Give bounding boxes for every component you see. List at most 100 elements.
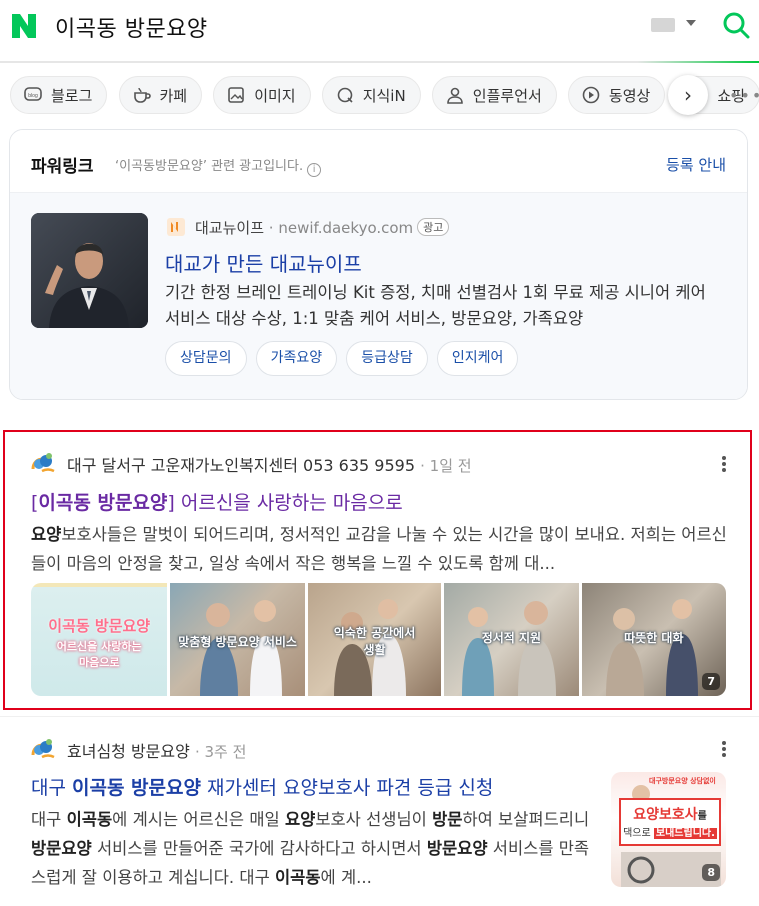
- result-image[interactable]: 정서적 지원: [444, 583, 579, 696]
- powerlink-header: 파워링크 ‘이곡동방문요양’ 관련 광고입니다. i 등록 안내: [10, 130, 747, 193]
- knowledge-q-icon: [337, 87, 353, 103]
- image-caption: 맞춤형 방문요양 서비스: [178, 635, 297, 649]
- svg-text:blog: blog: [28, 93, 38, 99]
- image-caption: 따뜻한 대화: [624, 631, 684, 645]
- title-part: 재가센터 요양보호사 파견 등급 신청: [200, 777, 494, 799]
- cafe-cup-icon: [133, 87, 151, 103]
- tab-video[interactable]: 동영상: [567, 76, 666, 114]
- title-keyword: 이곡동 방문요양: [72, 777, 201, 799]
- search-header: 이곡동 방문요양: [0, 0, 759, 52]
- header-divider: [0, 61, 759, 63]
- tab-cafe[interactable]: 카페: [118, 76, 203, 114]
- result-image[interactable]: 따뜻한 대화 7: [581, 583, 726, 696]
- title-rest: 어르신을 사랑하는 마음으로: [174, 492, 403, 514]
- desc-text: 보호사들은 말벗이 되어드리며, 정서적인 교감을 나눌 수 있는 시간을 많이…: [31, 525, 727, 573]
- title-bracket: ]: [167, 492, 175, 514]
- image-caption: 정서적 지원: [481, 631, 542, 645]
- result-description: 대구 이곡동에 계시는 어르신은 매일 요양보호사 선생님이 방문하여 보살펴드…: [31, 805, 591, 892]
- chip-cognitive-care[interactable]: 인지케어: [436, 341, 519, 376]
- result-image[interactable]: 이곡동 방문요양 어르신을 사랑하는 마음으로: [31, 583, 168, 696]
- chip-family-care[interactable]: 가족요양: [255, 341, 338, 376]
- desc-keyword: 이곡동: [275, 868, 321, 887]
- result-image[interactable]: 맞춤형 방문요양 서비스: [170, 583, 305, 696]
- more-dots-icon[interactable]: •••: [729, 86, 759, 105]
- image-icon: [228, 87, 245, 103]
- source-name[interactable]: 효녀심청 방문요양: [67, 742, 190, 761]
- post-time: 3주 전: [204, 743, 247, 761]
- powerlink-subtitle: ‘이곡동방문요양’ 관련 광고입니다. i: [115, 155, 322, 177]
- desc-keyword: 이곡동: [66, 810, 113, 829]
- desc-keyword: 요양: [31, 525, 62, 544]
- desc-text: 하여 보살펴드리니: [462, 810, 590, 829]
- tab-kin[interactable]: 지식iN: [321, 76, 421, 114]
- image-caption: 이곡동 방문요양: [48, 617, 151, 635]
- tab-label: 인플루언서: [472, 86, 542, 105]
- image-caption: 어르신을 사랑하는 마음으로: [56, 640, 142, 669]
- image-count-badge: 7: [702, 673, 720, 690]
- desc-keyword: 방문: [432, 810, 463, 829]
- desc-text: 에 계시는 어르신은 매일: [112, 810, 285, 829]
- desc-text: 대구: [31, 810, 67, 829]
- result-source: 효녀심청 방문요양 · 3주 전: [67, 742, 247, 761]
- result-source: 대구 달서구 고운재가노인복지센터 053 635 9595 · 1일 전: [67, 456, 472, 475]
- ad-title-link[interactable]: 대교가 만든 대교뉴이프: [165, 248, 362, 277]
- search-tabs: blog 블로그 카페 이미지 지식iN 인플루언서 동영상 쇼핑: [10, 76, 759, 114]
- daekyo-favicon-icon: [167, 218, 185, 236]
- source-name[interactable]: 대구 달서구 고운재가노인복지센터 053 635 9595: [67, 456, 415, 475]
- thumb-text: 댁으로: [623, 828, 651, 839]
- ad-item: 대교뉴이프 · newif.daekyo.com 광고 대교가 만든 대교뉴이프 …: [10, 193, 747, 399]
- register-ad-link[interactable]: 등록 안내: [666, 154, 726, 175]
- ad-site-info: 대교뉴이프 · newif.daekyo.com 광고: [195, 217, 450, 238]
- result-image[interactable]: 익숙한 공간에서 생활: [307, 583, 442, 696]
- chip-grade-consult[interactable]: 등급상담: [346, 341, 428, 376]
- desc-text: 서비스를 만들어준 국가에 감사하다고 하시면서: [91, 839, 427, 858]
- blog-profile-icon[interactable]: [30, 451, 56, 475]
- powerlink-title: 파워링크: [31, 157, 94, 177]
- more-options-icon[interactable]: [722, 741, 726, 757]
- result-thumbnail[interactable]: 대구방문요양 상담없이 요양보호사를 댁으로 보내드립니다. 8: [611, 772, 726, 887]
- blog-icon: blog: [24, 87, 42, 101]
- result-divider: [0, 716, 759, 717]
- result-image-strip: 이곡동 방문요양 어르신을 사랑하는 마음으로 맞춤형 방문요양 서비스 익숙한…: [31, 583, 726, 696]
- search-icon[interactable]: [722, 11, 750, 39]
- tab-influencer[interactable]: 인플루언서: [431, 76, 557, 114]
- ad-badge: 광고: [417, 218, 450, 236]
- person-icon: [446, 87, 463, 104]
- image-count-badge: 8: [702, 864, 720, 881]
- result-description: 요양보호사들은 말벗이 되어드리며, 정서적인 교감을 나눌 수 있는 시간을 …: [31, 520, 731, 578]
- chevron-down-icon[interactable]: [686, 20, 696, 26]
- thumb-text: 보내드립니다.: [653, 828, 717, 839]
- powerlink-section: 파워링크 ‘이곡동방문요양’ 관련 광고입니다. i 등록 안내 대교뉴이프 · …: [9, 129, 748, 400]
- tab-image[interactable]: 이미지: [213, 76, 311, 114]
- desc-keyword: 방문요양: [426, 839, 488, 858]
- result-title-link[interactable]: 대구 이곡동 방문요양 재가센터 요양보호사 파견 등급 신청: [31, 773, 493, 800]
- tab-label: 블로그: [51, 86, 93, 105]
- ad-extension-chips: 상담문의 가족요양 등급상담 인지케어: [165, 341, 522, 376]
- ad-url[interactable]: newif.daekyo.com: [278, 219, 413, 237]
- ad-site-name[interactable]: 대교뉴이프: [195, 219, 264, 237]
- info-icon[interactable]: i: [307, 163, 322, 177]
- result-title-link[interactable]: [이곡동 방문요양] 어르신을 사랑하는 마음으로: [31, 488, 403, 515]
- thumb-text: 를: [697, 811, 707, 822]
- more-options-icon[interactable]: [722, 456, 726, 472]
- keyboard-icon[interactable]: [651, 18, 675, 32]
- tab-label: 동영상: [608, 86, 651, 105]
- chip-consult[interactable]: 상담문의: [165, 341, 247, 376]
- thumb-text: 대구방문요양 상담없이: [649, 777, 716, 785]
- thumb-text: 요양보호사: [633, 807, 698, 823]
- tab-label: 이미지: [254, 86, 296, 105]
- search-query-input[interactable]: 이곡동 방문요양: [55, 11, 208, 43]
- play-icon: [582, 86, 600, 104]
- ad-description: 기간 한정 브레인 트레이닝 Kit 증정, 치매 선별검사 1회 무료 제공 …: [165, 283, 706, 328]
- blog-profile-icon[interactable]: [30, 737, 56, 761]
- tabs-next-button[interactable]: ›: [668, 75, 708, 115]
- naver-logo-icon[interactable]: [10, 12, 38, 40]
- tab-label: 카페: [159, 86, 188, 105]
- title-keyword: 이곡동 방문요양: [38, 492, 168, 514]
- desc-text: 에 계...: [320, 868, 372, 887]
- ad-thumbnail-image[interactable]: [31, 213, 148, 328]
- title-part: 대구: [31, 777, 72, 799]
- desc-text: 보호사 선생님이: [315, 810, 433, 829]
- tab-blog[interactable]: blog 블로그: [10, 76, 108, 114]
- chevron-right-icon: ›: [684, 83, 692, 107]
